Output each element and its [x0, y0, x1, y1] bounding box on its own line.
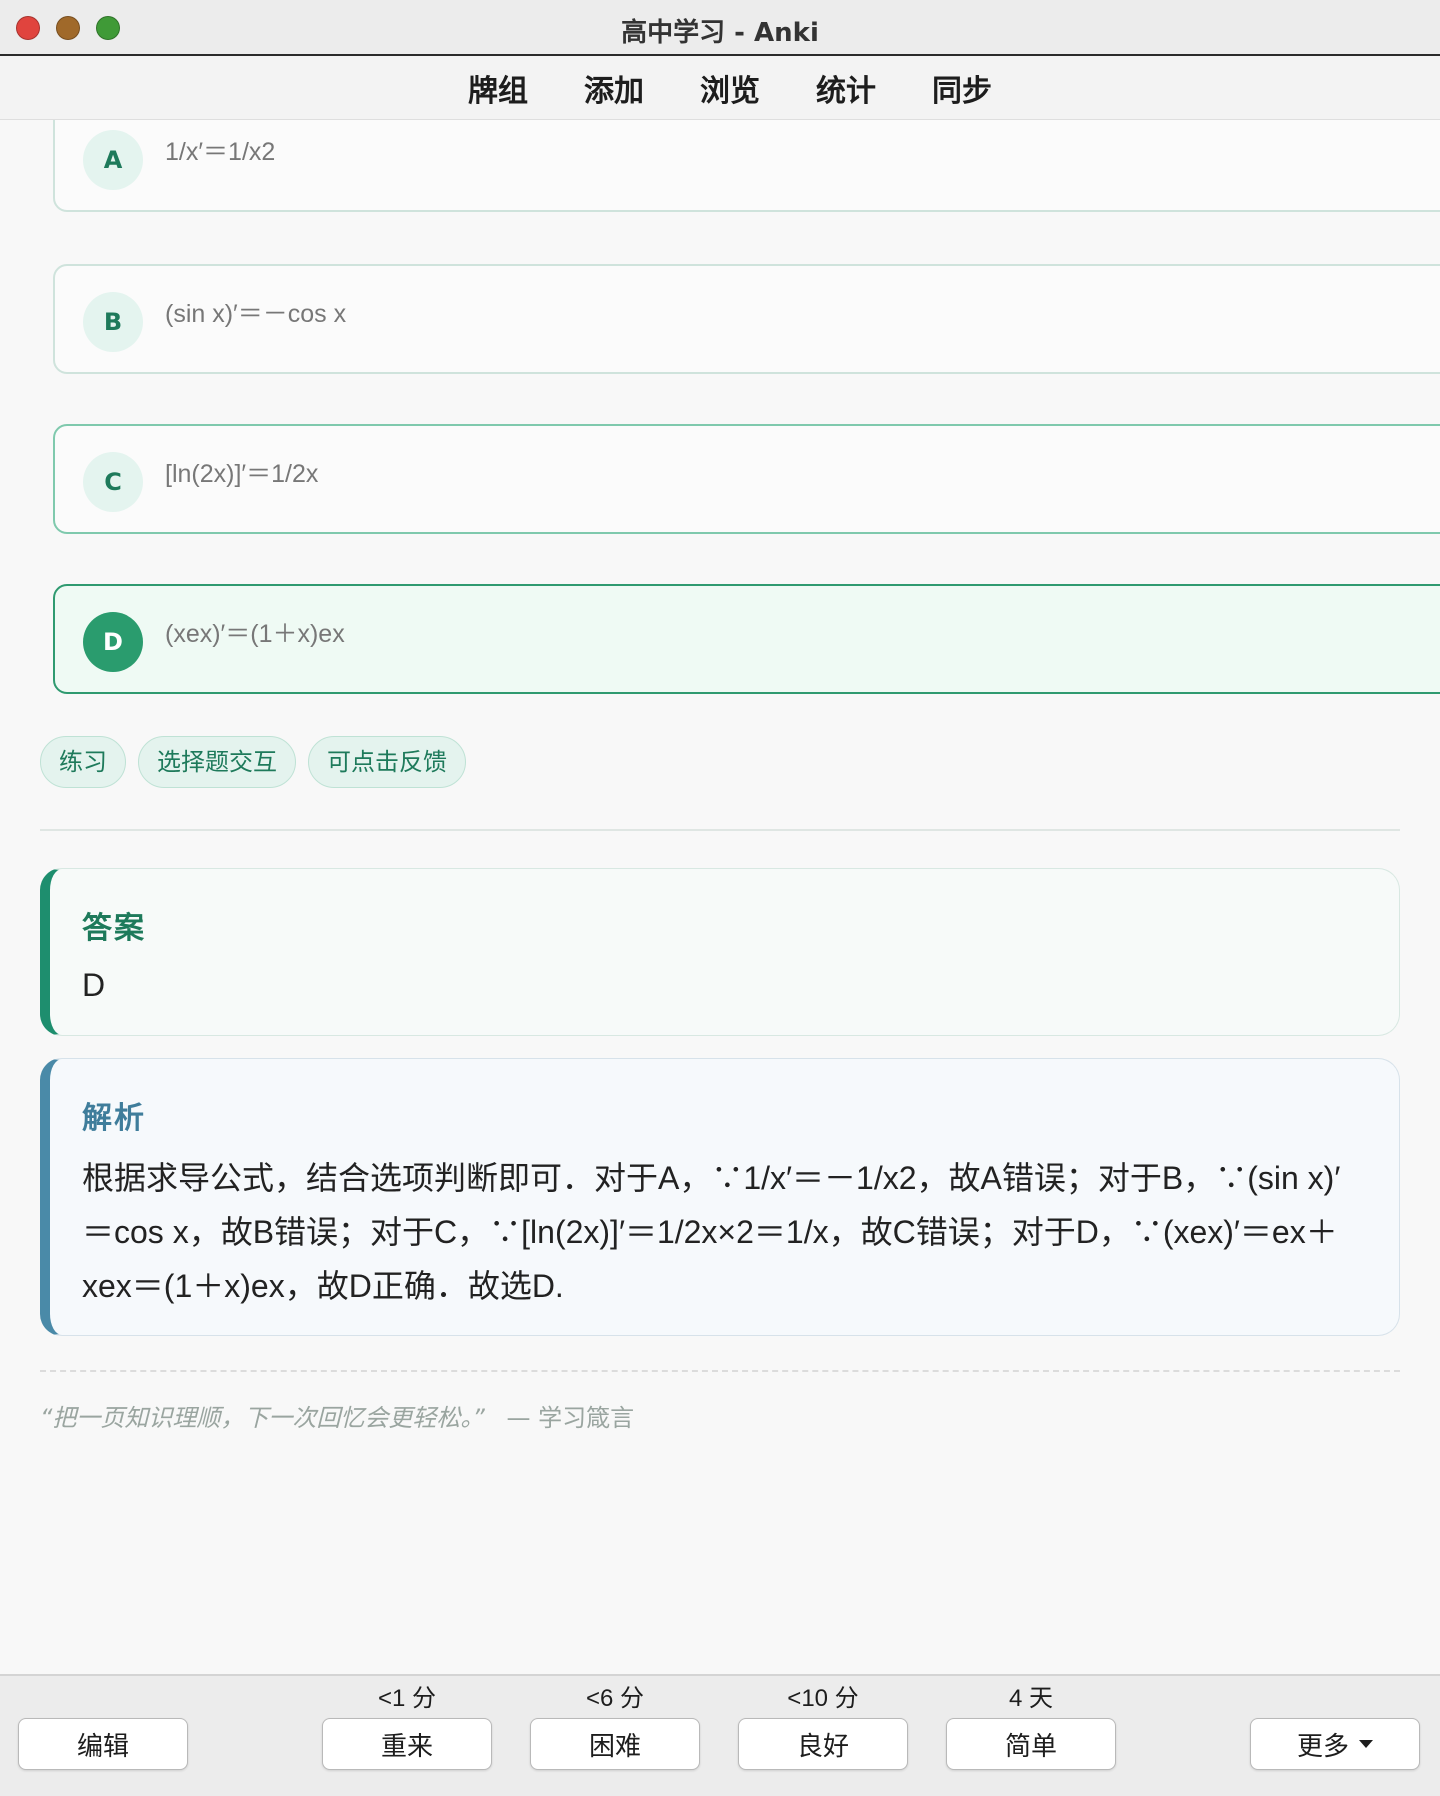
tag-choice-interaction[interactable]: 选择题交互	[138, 736, 296, 788]
more-button[interactable]: 更多	[1250, 1718, 1420, 1770]
analysis-heading: 解析	[82, 1101, 146, 1136]
toolbar-stats[interactable]: 统计	[816, 66, 876, 110]
quote-source: — 学习箴言	[506, 1404, 635, 1432]
answer-heading: 答案	[82, 911, 146, 946]
option-text: (xex)′＝(1＋x)ex	[165, 620, 345, 648]
edit-button[interactable]: 编辑	[18, 1718, 188, 1770]
tag-list: 练习 选择题交互 可点击反馈	[40, 736, 466, 788]
study-quote: “把一页知识理顺，下一次回忆会更轻松。” — 学习箴言	[40, 1398, 634, 1433]
option-text: 1/x′＝1/x2	[165, 138, 276, 166]
toolbar-browse[interactable]: 浏览	[700, 66, 760, 110]
anki-window: 高中学习 - Anki 牌组 添加 浏览 统计 同步 A 1/x′＝1/x2 B…	[0, 0, 1440, 1796]
option-c[interactable]: C [ln(2x)]′＝1/2x	[53, 424, 1440, 534]
dashed-divider	[40, 1370, 1400, 1372]
option-a[interactable]: A 1/x′＝1/x2	[53, 120, 1440, 212]
option-text: (sin x)′＝－cos x	[165, 300, 347, 328]
hard-interval: <6 分	[585, 1685, 645, 1712]
good-interval: <10 分	[787, 1685, 859, 1712]
chevron-down-icon	[1359, 1740, 1373, 1748]
again-button[interactable]: 重来	[322, 1718, 492, 1770]
answer-value: D	[82, 967, 106, 1003]
option-b[interactable]: B (sin x)′＝－cos x	[53, 264, 1440, 374]
option-letter-badge: B	[83, 292, 143, 352]
card-content: A 1/x′＝1/x2 B (sin x)′＝－cos x C [ln(2x)]…	[0, 120, 1440, 1674]
toolbar-sync[interactable]: 同步	[932, 66, 992, 110]
option-letter-badge: D	[83, 612, 143, 672]
toolbar-decks[interactable]: 牌组	[468, 66, 528, 110]
title-bar: 高中学习 - Anki	[0, 0, 1440, 56]
quote-text: “把一页知识理顺，下一次回忆会更轻松。”	[40, 1404, 485, 1432]
analysis-box: 解析 根据求导公式，结合选项判断即可．对于A，∵1/x′＝－1/x2，故A错误；…	[40, 1058, 1400, 1336]
toolbar-add[interactable]: 添加	[584, 66, 644, 110]
option-text: [ln(2x)]′＝1/2x	[165, 460, 319, 488]
easy-interval: 4 天	[1008, 1685, 1053, 1712]
analysis-text: 根据求导公式，结合选项判断即可．对于A，∵1/x′＝－1/x2，故A错误；对于B…	[82, 1160, 1341, 1304]
hard-button[interactable]: 困难	[530, 1718, 700, 1770]
window-title: 高中学习 - Anki	[621, 18, 819, 48]
section-divider	[40, 829, 1400, 831]
more-button-label: 更多	[1296, 1731, 1349, 1762]
option-letter-badge: C	[83, 452, 143, 512]
good-button[interactable]: 良好	[738, 1718, 908, 1770]
tag-clickable-feedback[interactable]: 可点击反馈	[308, 736, 466, 788]
main-toolbar: 牌组 添加 浏览 统计 同步	[0, 56, 1440, 120]
answer-box: 答案 D	[40, 868, 1400, 1036]
option-d[interactable]: D (xex)′＝(1＋x)ex	[53, 584, 1440, 694]
reviewer-bottom-bar: 编辑 <1 分 重来 <6 分 困难 <10 分 良好 4 天 简单 更多	[0, 1674, 1440, 1796]
option-letter-badge: A	[83, 130, 143, 190]
again-interval: <1 分	[377, 1685, 437, 1712]
easy-button[interactable]: 简单	[946, 1718, 1116, 1770]
tag-practice[interactable]: 练习	[40, 736, 126, 788]
